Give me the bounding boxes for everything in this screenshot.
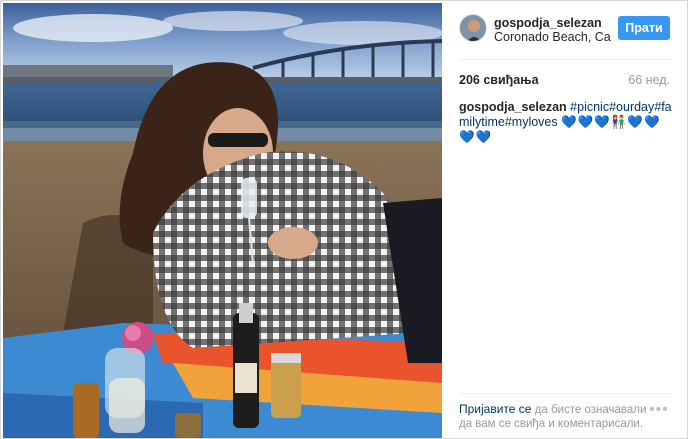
likes-count[interactable]: 206 свиђања: [459, 73, 539, 87]
divider: [459, 59, 672, 60]
follow-button[interactable]: Прати: [618, 16, 670, 40]
post-header: gospodja_selezan Coronado Beach, Ca Прат…: [442, 1, 688, 57]
post-container: gospodja_selezan Coronado Beach, Ca Прат…: [0, 0, 688, 439]
login-prompt: Пријавите се да бисте означавали да вам …: [459, 402, 649, 431]
post-username[interactable]: gospodja_selezan: [494, 16, 602, 30]
avatar[interactable]: [459, 14, 487, 42]
divider: [459, 393, 672, 394]
caption-username[interactable]: gospodja_selezan: [459, 100, 567, 114]
ellipsis-icon[interactable]: •••: [649, 402, 669, 418]
post-location[interactable]: Coronado Beach, Ca: [494, 30, 611, 44]
login-link[interactable]: Пријавите се: [459, 402, 531, 416]
caption: gospodja_selezan #picnic#ourday#familyti…: [459, 100, 673, 145]
post-timestamp[interactable]: 66 нед.: [628, 73, 670, 87]
post-photo[interactable]: [3, 3, 442, 438]
post-sidebar: gospodja_selezan Coronado Beach, Ca Прат…: [442, 1, 688, 439]
